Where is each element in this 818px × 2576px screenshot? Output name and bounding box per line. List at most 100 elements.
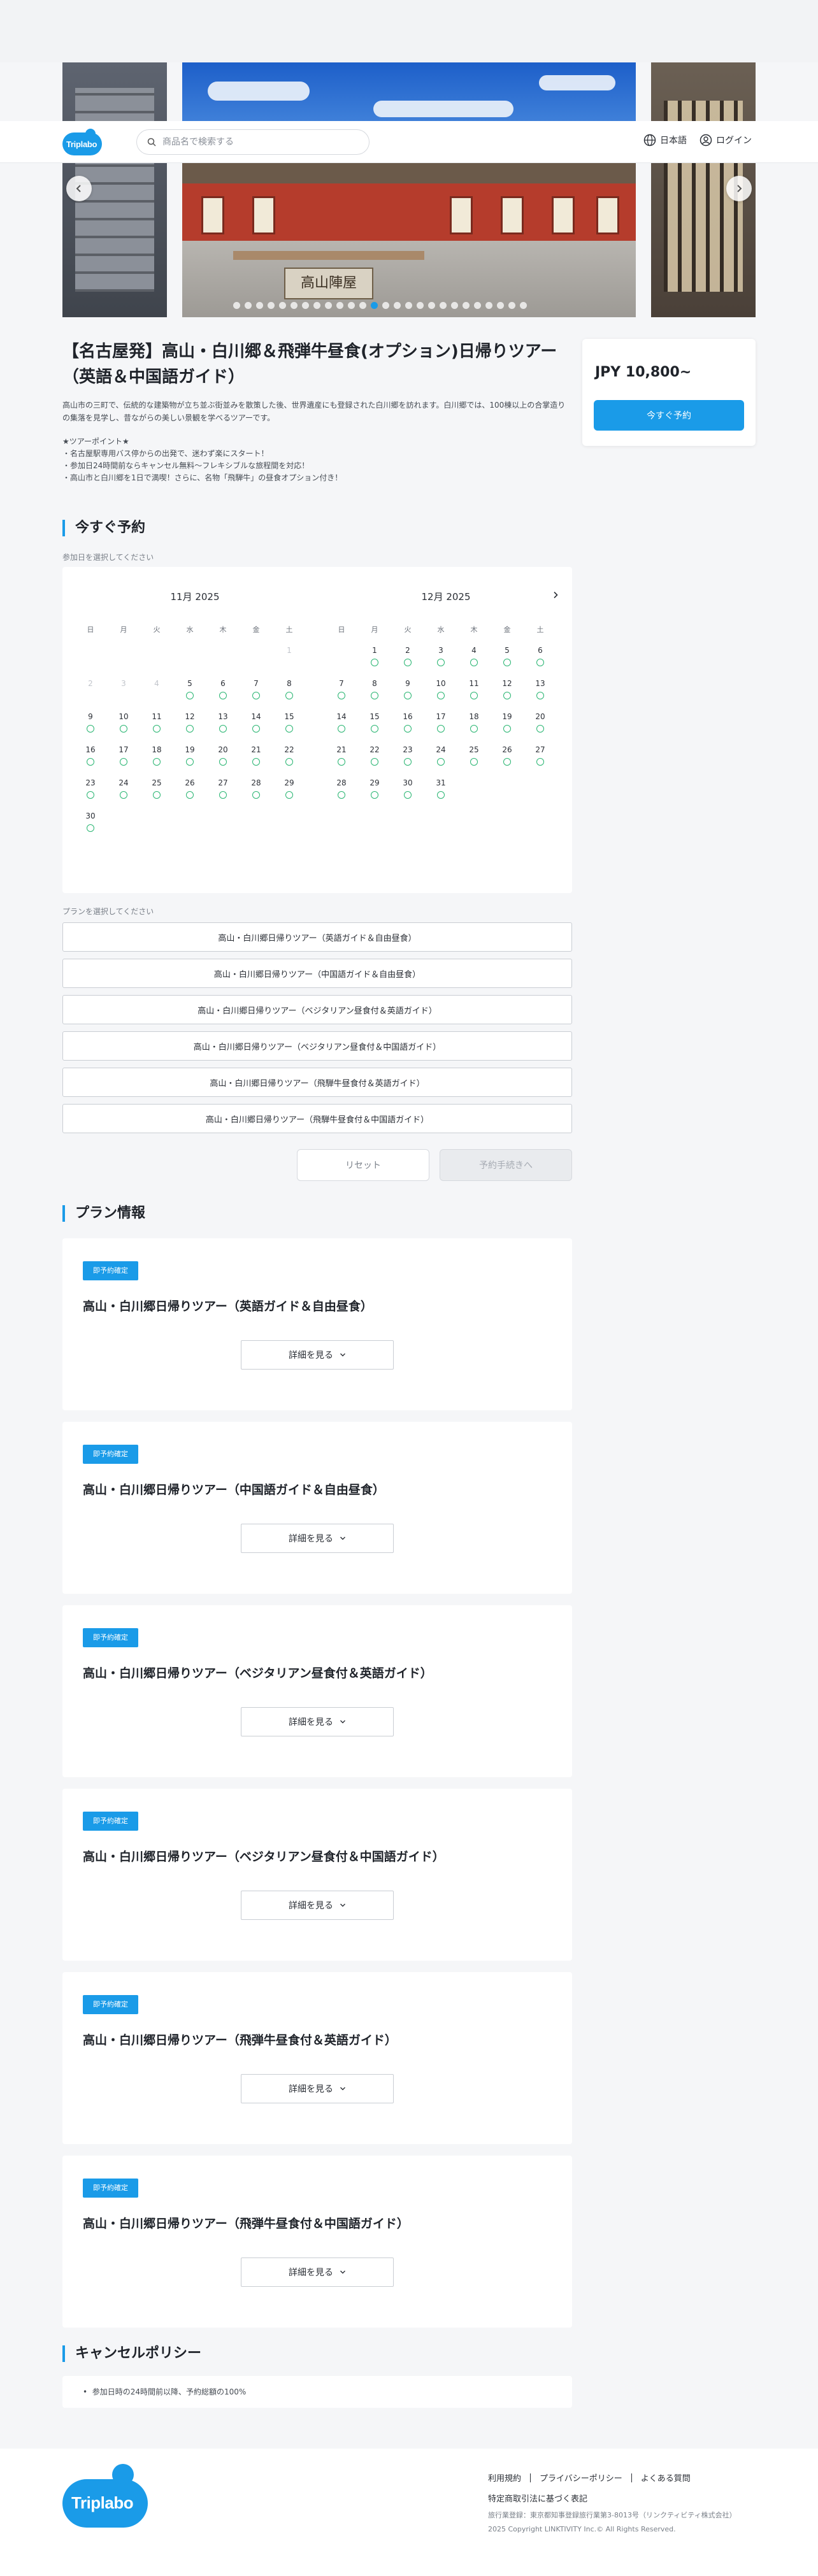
gallery-dot[interactable] (520, 302, 527, 309)
calendar-day[interactable]: 25 (457, 745, 491, 778)
gallery-dot[interactable] (405, 302, 412, 309)
calendar-day[interactable]: 29 (358, 778, 391, 812)
gallery-dot[interactable] (268, 302, 275, 309)
see-details-button[interactable]: 詳細を見る (241, 1524, 394, 1553)
gallery-dot[interactable] (417, 302, 424, 309)
calendar-day[interactable]: 20 (524, 712, 557, 745)
gallery-dot[interactable] (508, 302, 515, 309)
gallery-dot[interactable] (325, 302, 332, 309)
calendar-day[interactable]: 14 (240, 712, 273, 745)
calendar-day[interactable]: 6 (524, 646, 557, 679)
plan-option[interactable]: 高山・白川郷日帰りツアー（ベジタリアン昼食付＆中国語ガイド） (62, 1031, 572, 1061)
plan-option[interactable]: 高山・白川郷日帰りツアー（英語ガイド＆自由昼食） (62, 922, 572, 952)
calendar-day[interactable]: 24 (424, 745, 457, 778)
gallery-dot[interactable] (302, 302, 309, 309)
header-logo[interactable]: Triplabo (62, 129, 102, 155)
calendar-day[interactable]: 18 (457, 712, 491, 745)
calendar-day[interactable]: 21 (325, 745, 358, 778)
calendar-day[interactable]: 27 (206, 778, 240, 812)
calendar-day[interactable]: 9 (74, 712, 107, 745)
footer-logo[interactable]: Triplabo (62, 2464, 149, 2528)
calendar-day[interactable]: 19 (491, 712, 524, 745)
gallery-dot[interactable] (463, 302, 470, 309)
calendar-day[interactable]: 21 (240, 745, 273, 778)
plan-option[interactable]: 高山・白川郷日帰りツアー（中国語ガイド＆自由昼食） (62, 959, 572, 988)
calendar-day[interactable]: 15 (358, 712, 391, 745)
calendar-day[interactable]: 9 (391, 679, 424, 712)
calendar-day[interactable]: 28 (325, 778, 358, 812)
gallery-dot[interactable] (497, 302, 504, 309)
calendar-day[interactable]: 22 (358, 745, 391, 778)
calendar-day[interactable]: 16 (391, 712, 424, 745)
terms-link[interactable]: 利用規約 (488, 2472, 521, 2484)
plan-option[interactable]: 高山・白川郷日帰りツアー（飛騨牛昼食付＆英語ガイド） (62, 1068, 572, 1097)
gallery-dot[interactable] (348, 302, 355, 309)
plan-option[interactable]: 高山・白川郷日帰りツアー（ベジタリアン昼食付＆英語ガイド） (62, 995, 572, 1024)
calendar-day[interactable]: 27 (524, 745, 557, 778)
calendar-day[interactable]: 29 (273, 778, 306, 812)
see-details-button[interactable]: 詳細を見る (241, 1891, 394, 1920)
gallery-dot[interactable] (474, 302, 481, 309)
calendar-day[interactable]: 2 (391, 646, 424, 679)
calendar-day[interactable]: 30 (391, 778, 424, 812)
gallery-dot[interactable] (440, 302, 447, 309)
calendar-day[interactable]: 19 (173, 745, 206, 778)
see-details-button[interactable]: 詳細を見る (241, 2258, 394, 2287)
calendar-day[interactable]: 14 (325, 712, 358, 745)
calendar-day[interactable]: 18 (140, 745, 173, 778)
calendar-day[interactable]: 22 (273, 745, 306, 778)
calendar-day[interactable]: 23 (74, 778, 107, 812)
calendar-day[interactable]: 4 (457, 646, 491, 679)
calendar-day[interactable]: 25 (140, 778, 173, 812)
gallery-dot[interactable] (371, 302, 378, 309)
reset-button[interactable]: リセット (297, 1149, 429, 1181)
calendar-day[interactable]: 17 (424, 712, 457, 745)
privacy-link[interactable]: プライバシーポリシー (540, 2472, 622, 2484)
language-selector[interactable]: 日本語 (643, 134, 687, 147)
calendar-day[interactable]: 6 (206, 679, 240, 712)
calendar-day[interactable]: 10 (424, 679, 457, 712)
gallery-dot[interactable] (313, 302, 320, 309)
gallery-dot[interactable] (394, 302, 401, 309)
gallery-dot[interactable] (359, 302, 366, 309)
calendar-day[interactable]: 7 (240, 679, 273, 712)
gallery-dot[interactable] (485, 302, 492, 309)
calendar-day[interactable]: 12 (173, 712, 206, 745)
calendar-day[interactable]: 16 (74, 745, 107, 778)
calendar-day[interactable]: 30 (74, 812, 107, 845)
calendar-day[interactable]: 20 (206, 745, 240, 778)
calendar-day[interactable]: 3 (424, 646, 457, 679)
calendar-day[interactable]: 31 (424, 778, 457, 812)
proceed-button[interactable]: 予約手続きへ (440, 1149, 572, 1181)
calendar-day[interactable]: 1 (358, 646, 391, 679)
calendar-day[interactable]: 24 (107, 778, 140, 812)
calendar-day[interactable]: 10 (107, 712, 140, 745)
plan-option[interactable]: 高山・白川郷日帰りツアー（飛騨牛昼食付＆中国語ガイド） (62, 1104, 572, 1133)
see-details-button[interactable]: 詳細を見る (241, 1340, 394, 1370)
gallery-dot[interactable] (245, 302, 252, 309)
gallery-prev-button[interactable] (66, 176, 92, 201)
faq-link[interactable]: よくある質問 (641, 2472, 691, 2484)
calendar-next-button[interactable] (547, 586, 564, 604)
search-input[interactable] (162, 137, 354, 147)
see-details-button[interactable]: 詳細を見る (241, 2074, 394, 2103)
gallery-dot[interactable] (279, 302, 286, 309)
calendar-day[interactable]: 7 (325, 679, 358, 712)
calendar-day[interactable]: 15 (273, 712, 306, 745)
calendar-day[interactable]: 5 (173, 679, 206, 712)
calendar-day[interactable]: 5 (491, 646, 524, 679)
calendar-day[interactable]: 12 (491, 679, 524, 712)
gallery-dot[interactable] (336, 302, 343, 309)
gallery-dot[interactable] (291, 302, 298, 309)
calendar-day[interactable]: 26 (173, 778, 206, 812)
login-link[interactable]: ログイン (700, 134, 752, 147)
see-details-button[interactable]: 詳細を見る (241, 1707, 394, 1736)
calendar-day[interactable]: 23 (391, 745, 424, 778)
commercial-law-link[interactable]: 特定商取引法に基づく表記 (488, 2492, 587, 2504)
gallery-next-button[interactable] (726, 176, 752, 201)
calendar-day[interactable]: 11 (457, 679, 491, 712)
calendar-day[interactable]: 11 (140, 712, 173, 745)
gallery-dot[interactable] (382, 302, 389, 309)
calendar-day[interactable]: 13 (206, 712, 240, 745)
book-now-button[interactable]: 今すぐ予約 (594, 400, 744, 431)
